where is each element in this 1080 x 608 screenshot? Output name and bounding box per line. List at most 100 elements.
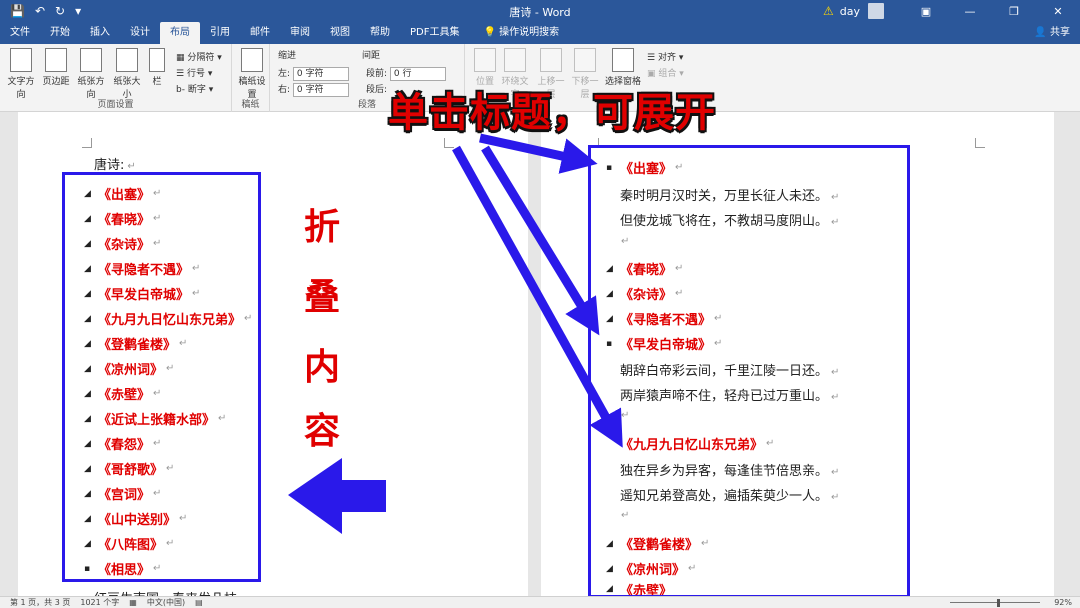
group-objects-icon: ▣ [647,69,659,79]
indent-right-input[interactable]: 0 字符 [292,82,349,97]
breaks-label: 分隔符 [187,53,215,63]
undo-icon[interactable]: ↶ [35,4,45,18]
line-numbers-button[interactable]: ☰ 行号 ▾ [176,66,212,79]
indent-left-label: 左: [278,69,291,79]
restore-icon[interactable]: ❐ [992,5,1036,18]
manuscript-icon [241,48,263,72]
breaks-button[interactable]: ▦ 分隔符 ▾ [176,50,222,63]
share-button[interactable]: 👤 共享 [1034,22,1070,44]
spacing-before-input[interactable]: 0 行 [389,66,446,81]
page-count[interactable]: 第 1 页，共 3 页 [10,597,70,608]
align-icon: ☰ [647,53,658,63]
tell-me-search[interactable]: 💡 操作说明搜索 [469,22,559,44]
tab-view[interactable]: 视图 [320,22,360,44]
minimize-icon[interactable]: — [948,5,992,18]
document-heading[interactable]: 唐诗: ↵ [94,154,136,173]
share-icon: 👤 [1034,27,1050,38]
line-numbers-label: 行号 [186,69,205,79]
breaks-icon: ▦ [176,53,188,63]
group-objects-button[interactable]: ▣ 组合 ▾ [647,66,684,79]
tell-me-label: 操作说明搜索 [499,27,560,38]
collapsed-content-highlight-box [62,172,261,582]
ribbon-display-options-icon[interactable]: ▣ [904,5,948,18]
lightbulb-icon: 💡 [483,27,500,38]
proofing-icon[interactable]: ▦ [129,598,137,607]
page-setup-label: 页面设置 [97,100,134,110]
selection-pane-icon [612,48,634,72]
margin-corner-mark [82,138,92,148]
heading-text: 唐诗: [94,158,125,173]
paragraph-mark-icon: ↵ [127,161,136,172]
margins-label: 页边距 [42,77,70,87]
manuscript-label: 稿纸 [241,100,260,110]
group-manuscript: 稿纸设置 稿纸 [232,44,270,112]
margins-button[interactable]: 页边距 [40,48,72,87]
columns-icon [149,48,165,72]
zoom-level[interactable]: 92% [1054,597,1072,608]
fold-annotation-char: 叠 [304,276,341,318]
expanded-content-highlight-box [588,145,910,598]
accessibility-icon[interactable]: ▤ [195,598,203,607]
redo-icon[interactable]: ↻ [55,4,65,18]
quick-access-toolbar: 💾 ↶ ↻ ▾ [0,4,81,18]
align-button[interactable]: ☰ 对齐 ▾ [647,50,683,63]
group-page-setup: 文字方向 页边距 纸张方向 纸张大小 栏 ▦ 分隔符 ▾ ☰ 行号 ▾ b‐ 断… [0,44,232,112]
user-name[interactable]: day [840,5,860,18]
avatar[interactable] [868,3,884,19]
hyphenation-icon: b‐ [176,85,188,95]
tab-references[interactable]: 引用 [200,22,240,44]
group-objects-label: 组合 [658,69,677,79]
language-indicator[interactable]: 中文(中国) [147,597,185,608]
spacing-before-label: 段前: [366,69,388,79]
tab-design[interactable]: 设计 [120,22,160,44]
size-button[interactable]: 纸张大小 [110,48,144,100]
customize-qat-icon[interactable]: ▾ [75,4,81,18]
margin-corner-mark [975,138,985,148]
orientation-icon [80,48,102,72]
click-hint-annotation: 单击标题，可展开 [388,89,716,136]
indent-heading: 缩进 [278,51,297,61]
wrap-text-icon [504,48,526,72]
bring-forward-icon [540,48,562,72]
hyphenation-label: 断字 [187,85,206,95]
status-bar: 第 1 页，共 3 页 1021 个字 ▦ 中文(中国) ▤ 92% [0,596,1080,608]
close-icon[interactable]: ✕ [1036,5,1080,18]
send-backward-icon [574,48,596,72]
tab-mailings[interactable]: 邮件 [240,22,280,44]
save-icon[interactable]: 💾 [10,4,25,18]
columns-label: 栏 [152,77,162,87]
tab-home[interactable]: 开始 [40,22,80,44]
zoom-slider[interactable] [950,602,1040,603]
share-label: 共享 [1050,27,1070,38]
warning-icon[interactable]: ⚠ [823,4,834,18]
tab-pdf-tools[interactable]: PDF工具集 [400,22,469,44]
spacing-after-label: 段后: [366,85,388,95]
position-icon [474,48,496,72]
fold-annotation-char: 折 [304,206,341,248]
indent-right-label: 右: [278,85,291,95]
ribbon-tabs: 文件 开始 插入 设计 布局 引用 邮件 审阅 视图 帮助 PDF工具集 💡 操… [0,22,1080,44]
margin-corner-mark [444,138,454,148]
tab-help[interactable]: 帮助 [360,22,400,44]
fold-annotation-char: 容 [304,410,341,452]
indent-left-input[interactable]: 0 字符 [292,66,349,81]
size-icon [116,48,138,72]
spacing-heading: 间距 [362,51,381,61]
tab-review[interactable]: 审阅 [280,22,320,44]
tab-insert[interactable]: 插入 [80,22,120,44]
orientation-button[interactable]: 纸张方向 [74,48,108,100]
title-bar: 💾 ↶ ↻ ▾ 唐诗 - Word ⚠ day ▣ — ❐ ✕ [0,0,1080,22]
margins-icon [45,48,67,72]
columns-button[interactable]: 栏 [146,48,168,87]
tab-layout[interactable]: 布局 [160,22,200,44]
text-direction-icon [10,48,32,72]
align-label: 对齐 [657,53,676,63]
line-numbers-icon: ☰ [176,69,187,79]
text-direction-button[interactable]: 文字方向 [4,48,38,100]
manuscript-settings-button[interactable]: 稿纸设置 [238,48,266,100]
fold-annotation-char: 内 [304,346,341,388]
hyphenation-button[interactable]: b‐ 断字 ▾ [176,82,213,95]
tab-file[interactable]: 文件 [0,22,40,44]
word-count[interactable]: 1021 个字 [80,597,119,608]
zoom-slider-thumb[interactable] [997,599,1000,607]
